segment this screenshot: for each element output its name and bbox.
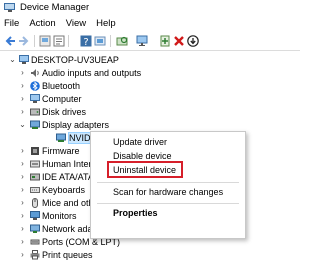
back-arrow-icon[interactable] <box>4 35 16 47</box>
chevron-right-icon[interactable]: › <box>18 107 27 117</box>
tree-item-label: Keyboards <box>42 185 86 195</box>
menu-bar: File Action View Help <box>0 16 300 31</box>
chevron-right-icon[interactable]: › <box>18 159 27 169</box>
window-title: Device Manager <box>20 2 90 13</box>
download-icon[interactable] <box>187 35 199 47</box>
hid-icon <box>30 159 40 169</box>
printer-icon <box>30 250 40 260</box>
title-bar: Device Manager <box>0 0 300 15</box>
chevron-right-icon[interactable]: › <box>18 224 27 234</box>
svg-text:?: ? <box>83 37 88 47</box>
add-driver-icon[interactable] <box>159 35 171 47</box>
tree-item-label: Print queues <box>42 250 93 260</box>
help-icon[interactable]: ? <box>80 35 92 47</box>
device-view-icon[interactable] <box>39 35 51 47</box>
computer-root-icon <box>19 55 29 65</box>
monitor-icon <box>30 211 40 221</box>
tree-item-label: Monitors <box>42 211 77 221</box>
ide-icon <box>30 172 40 182</box>
mouse-icon <box>30 198 40 208</box>
driver-update-icon[interactable] <box>94 35 106 47</box>
tree-item-computer[interactable]: › Computer <box>0 93 300 105</box>
uninstall-highlight-box <box>107 161 183 178</box>
display-adapter-icon <box>56 133 66 143</box>
speaker-icon <box>30 68 40 78</box>
chevron-right-icon[interactable]: › <box>18 81 27 91</box>
chevron-right-icon[interactable]: › <box>18 94 27 104</box>
tree-item-label: Display adapters <box>42 120 110 130</box>
port-icon <box>30 237 40 247</box>
chevron-right-icon[interactable]: › <box>18 146 27 156</box>
tree-item-label: Bluetooth <box>42 81 81 91</box>
menu-scan-hardware[interactable]: Scan for hardware changes <box>91 185 247 199</box>
menu-separator <box>97 182 239 183</box>
chevron-down-icon[interactable]: ⌄ <box>8 55 17 65</box>
uninstall-x-icon[interactable] <box>173 35 185 47</box>
chevron-right-icon[interactable]: › <box>18 237 27 247</box>
device-manager-icon <box>4 2 16 13</box>
computer-icon <box>30 94 40 104</box>
chevron-right-icon[interactable]: › <box>18 250 27 260</box>
tree-item-display-adapters[interactable]: ⌄ Display adapters <box>0 119 300 131</box>
menu-help[interactable]: Help <box>91 16 121 31</box>
disk-icon <box>30 107 40 117</box>
tree-item-print-queues[interactable]: › Print queues <box>0 249 300 261</box>
tree-root-label: DESKTOP-UV3UEAP <box>31 55 119 65</box>
network-icon <box>30 224 40 234</box>
menu-file[interactable]: File <box>0 16 24 31</box>
menu-properties[interactable]: Properties <box>91 206 247 220</box>
chevron-right-icon[interactable]: › <box>18 68 27 78</box>
monitor-icon[interactable] <box>136 35 148 47</box>
keyboard-icon <box>30 185 40 195</box>
menu-view[interactable]: View <box>61 16 91 31</box>
chevron-right-icon[interactable]: › <box>18 211 27 221</box>
firmware-icon <box>30 146 40 156</box>
tree-item-bluetooth[interactable]: › Bluetooth <box>0 80 300 92</box>
chevron-right-icon[interactable]: › <box>18 172 27 182</box>
menu-action[interactable]: Action <box>24 16 60 31</box>
chevron-right-icon[interactable]: › <box>18 198 27 208</box>
properties-icon[interactable] <box>53 35 65 47</box>
tree-item-label: Audio inputs and outputs <box>42 68 142 78</box>
tree-item-label: Computer <box>42 94 82 104</box>
context-menu: Update driver Disable device Uninstall d… <box>90 131 246 239</box>
tree-item-audio[interactable]: › Audio inputs and outputs <box>0 67 300 79</box>
tree-root[interactable]: ⌄ DESKTOP-UV3UEAP <box>0 54 300 66</box>
display-adapter-icon <box>30 120 40 130</box>
bluetooth-icon <box>30 81 40 91</box>
menu-update-driver[interactable]: Update driver <box>91 135 247 149</box>
menu-separator <box>97 203 239 204</box>
toolbar: ? <box>0 32 300 51</box>
forward-arrow-icon[interactable] <box>18 35 30 47</box>
tree-item-disk-drives[interactable]: › Disk drives <box>0 106 300 118</box>
chevron-down-icon[interactable]: ⌄ <box>18 120 27 130</box>
tree-item-label: Firmware <box>42 146 80 156</box>
scan-icon[interactable] <box>116 35 128 47</box>
tree-item-label: Disk drives <box>42 107 87 117</box>
chevron-right-icon[interactable]: › <box>18 185 27 195</box>
